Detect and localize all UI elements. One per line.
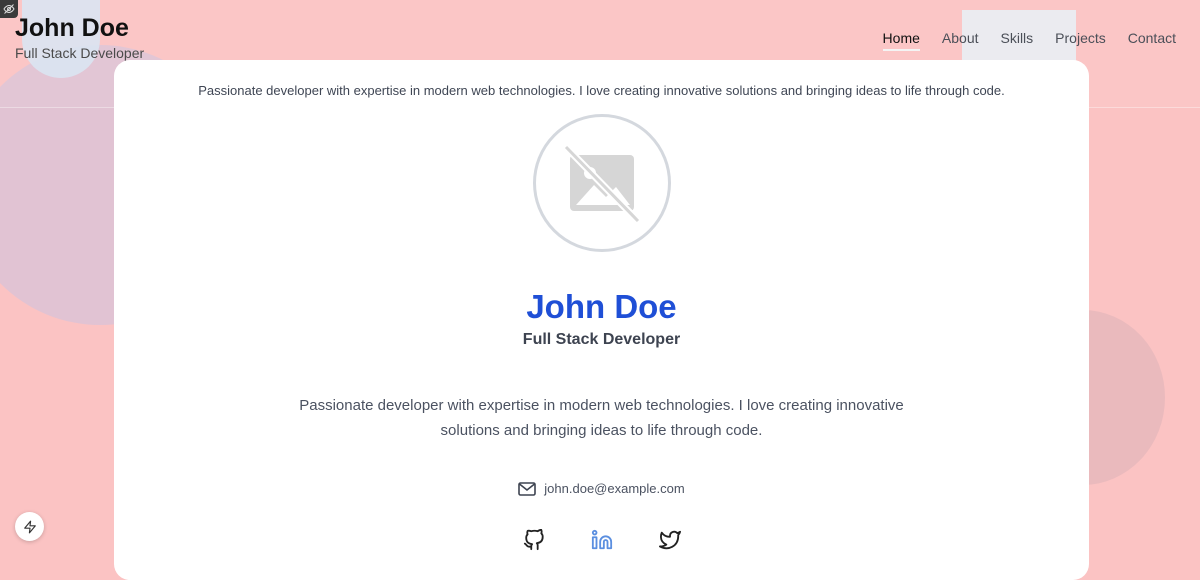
nav-projects[interactable]: Projects [1044, 30, 1117, 46]
nav-home[interactable]: Home [872, 30, 931, 51]
brand-name[interactable]: John Doe [15, 14, 129, 43]
image-placeholder-icon [563, 144, 641, 224]
main-nav: Home About Skills Projects Contact [872, 30, 1187, 51]
bolt-button[interactable] [15, 512, 44, 541]
profile-bio: Passionate developer with expertise in m… [299, 397, 904, 439]
intro-text: Passionate developer with expertise in m… [198, 83, 1005, 98]
nav-about[interactable]: About [931, 30, 990, 46]
email-link[interactable]: john.doe@example.com [114, 481, 1089, 496]
profile-role: Full Stack Developer [522, 331, 681, 348]
nav-skills[interactable]: Skills [990, 30, 1045, 46]
profile-name: John Doe [526, 288, 677, 325]
mail-icon [518, 481, 537, 496]
eye-off-icon[interactable] [0, 0, 18, 18]
github-icon[interactable] [522, 528, 546, 552]
brand-role: Full Stack Developer [15, 45, 145, 61]
profile-card: Passionate developer with expertise in m… [114, 60, 1089, 580]
twitter-icon[interactable] [658, 528, 682, 552]
email-text: john.doe@example.com [544, 481, 685, 496]
social-links [114, 528, 1089, 552]
nav-contact[interactable]: Contact [1117, 30, 1187, 46]
avatar [533, 114, 671, 252]
lightning-icon [23, 520, 36, 533]
linkedin-icon[interactable] [590, 528, 614, 552]
